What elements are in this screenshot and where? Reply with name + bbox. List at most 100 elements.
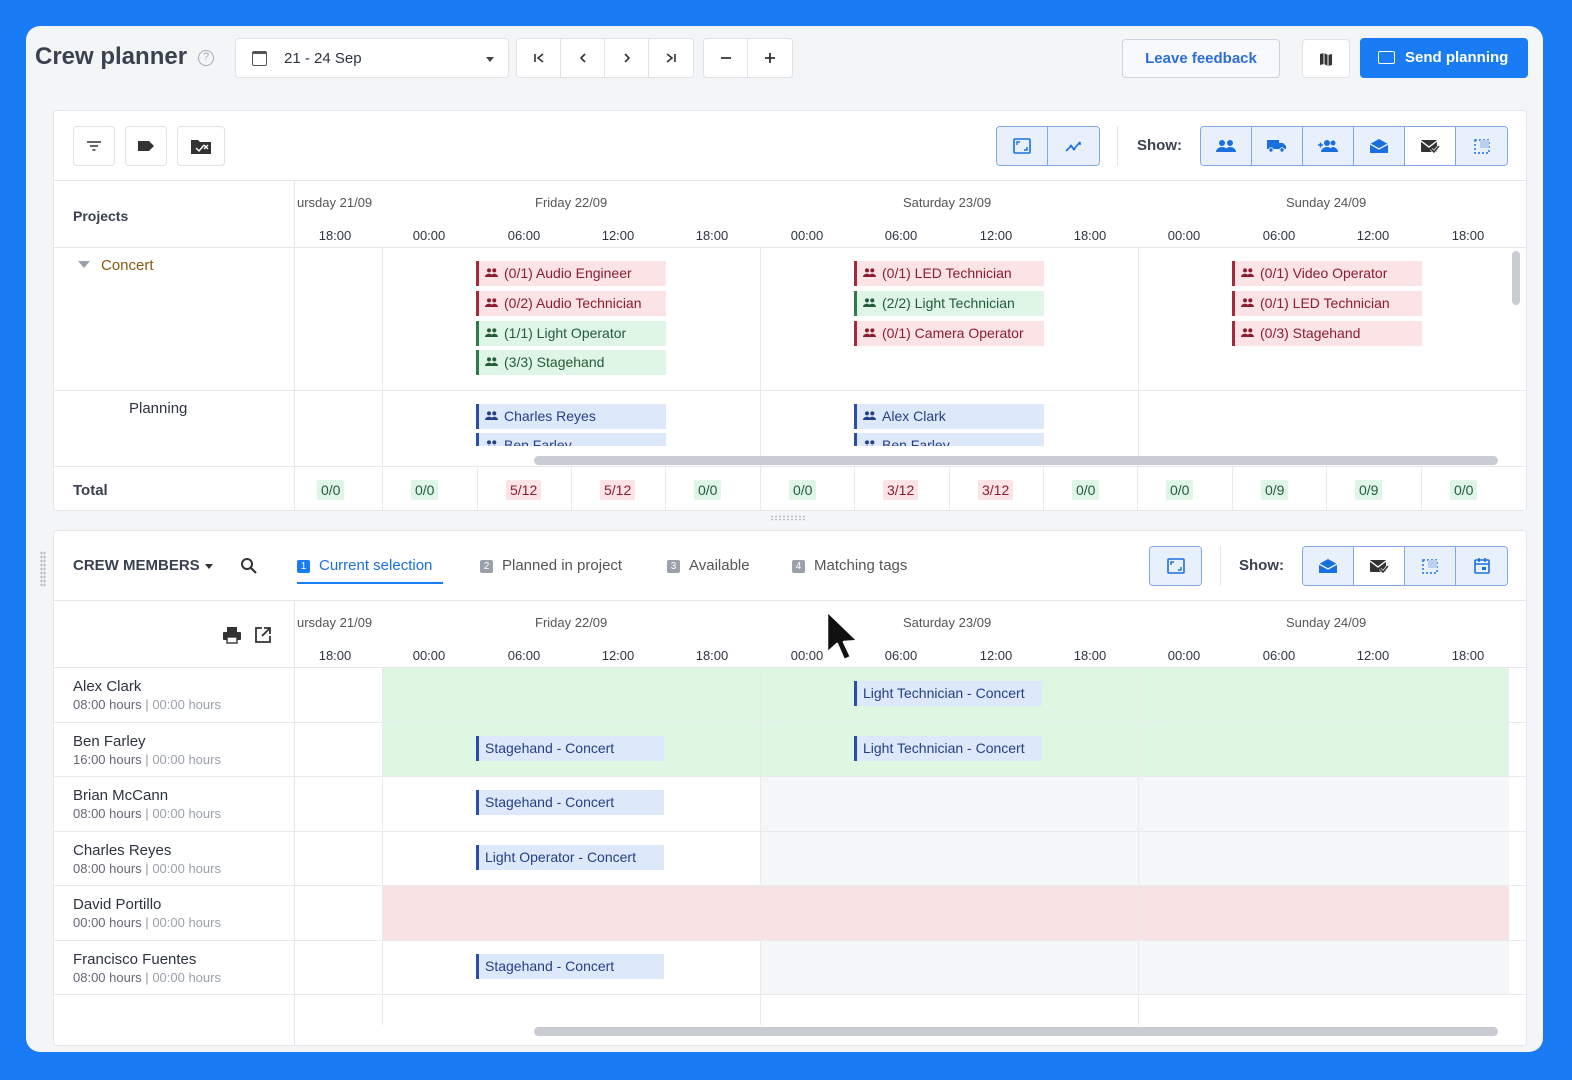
people-icon — [485, 328, 498, 337]
crew-member-row[interactable]: Charles Reyes 08:00 hours | 00:00 hours — [54, 832, 294, 886]
assignment-chip[interactable]: Light Operator - Concert — [476, 844, 664, 870]
show-opened-mail-toggle[interactable] — [1354, 127, 1405, 165]
horizontal-scrollbar[interactable] — [534, 1027, 1498, 1036]
tag-button[interactable] — [125, 126, 167, 166]
tab-label: Matching tags — [814, 557, 908, 574]
collapse-arrow-icon[interactable] — [78, 261, 90, 268]
crew-member-row[interactable]: Ben Farley 16:00 hours | 00:00 hours — [54, 723, 294, 777]
unavailable-band — [760, 940, 1509, 995]
totals-row: 0/0 0/0 5/12 5/12 0/0 0/0 3/12 3/12 0/0 0/0 0/9 0/9… — [54, 467, 1526, 510]
folder-check-button[interactable] — [177, 126, 225, 166]
hour-label: 18:00 — [1451, 228, 1485, 243]
hour-label: 12:00 — [601, 648, 635, 663]
role-requirement-chip[interactable]: (0/1) Video Operator — [1232, 261, 1422, 286]
crew-member-row[interactable]: Alex Clark 08:00 hours | 00:00 hours — [54, 668, 294, 722]
external-link-icon[interactable] — [254, 626, 272, 644]
vertical-scrollbar[interactable] — [1512, 251, 1520, 305]
show-calendar-toggle[interactable] — [1456, 127, 1507, 165]
chevron-down-icon — [486, 57, 494, 62]
assignment-chip[interactable]: Stagehand - Concert — [476, 953, 664, 979]
show-date-toggle[interactable] — [1456, 547, 1507, 585]
total-value: 0/0 — [789, 480, 817, 500]
tab-current-selection[interactable]: 1 Current selection — [297, 557, 432, 574]
hour-label: 06:00 — [884, 228, 918, 243]
crew-panel: CREW MEMBERS 1 Current selection 2 Planned… — [53, 530, 1527, 1046]
filter-button[interactable] — [73, 126, 115, 166]
planning-crew-chip[interactable]: Charles Reyes — [476, 404, 666, 429]
day-divider — [382, 248, 383, 466]
separator: | — [145, 806, 149, 821]
chart-toggle[interactable] — [1048, 127, 1099, 165]
crew-members-title[interactable]: CREW MEMBERS — [73, 557, 200, 574]
crew-member-name: Alex Clark — [73, 678, 142, 695]
fit-screen-toggle[interactable] — [997, 127, 1048, 165]
chip-label: Ben Farley — [882, 437, 950, 446]
assignment-chip[interactable]: Stagehand - Concert — [476, 790, 664, 815]
last-page-button[interactable] — [649, 39, 693, 77]
leave-feedback-button[interactable]: Leave feedback — [1122, 39, 1280, 78]
chevron-down-icon[interactable] — [205, 564, 213, 569]
tab-label: Available — [689, 557, 750, 574]
total-divider — [1043, 467, 1044, 510]
show-mail-check-toggle[interactable] — [1405, 127, 1456, 165]
people-icon — [1241, 268, 1254, 277]
planning-crew-chip[interactable]: Alex Clark — [854, 404, 1044, 429]
drag-handle[interactable] — [40, 551, 46, 587]
people-icon — [487, 440, 497, 446]
next-button[interactable] — [605, 39, 649, 77]
role-requirement-chip[interactable]: (1/1) Light Operator — [476, 321, 666, 346]
crew-member-row[interactable]: Francisco Fuentes 08:00 hours | 00:00 hou… — [54, 941, 294, 995]
zoom-out-button[interactable] — [704, 39, 748, 77]
total-value: 0/0 — [1450, 480, 1478, 500]
project-hours: 00:00 hours — [152, 969, 221, 985]
assignment-chip[interactable]: Light Technician - Concert — [854, 735, 1042, 761]
chip-label: (0/1) Video Operator — [1260, 265, 1388, 281]
tab-planned-in-project[interactable]: 2 Planned in project — [480, 557, 622, 574]
planning-crew-chip[interactable]: Ben Farley — [854, 433, 1044, 446]
role-requirement-chip[interactable]: (0/3) Stagehand — [1232, 321, 1422, 346]
help-icon[interactable]: ? — [198, 50, 214, 66]
date-range-picker[interactable]: 21 - 24 Sep — [235, 38, 509, 78]
role-requirement-chip[interactable]: (0/2) Audio Technician — [476, 291, 666, 316]
search-icon[interactable] — [240, 557, 258, 575]
previous-button[interactable] — [561, 39, 605, 77]
assignment-chip[interactable]: Stagehand - Concert — [476, 735, 664, 761]
row-divider — [54, 390, 294, 391]
show-calendar-toggle[interactable] — [1405, 547, 1456, 585]
fit-screen-toggle[interactable] — [1150, 547, 1201, 585]
crew-member-row[interactable]: David Portillo 00:00 hours | 00:00 hours — [54, 886, 294, 940]
zoom-in-button[interactable] — [748, 39, 792, 77]
planning-crew-chip[interactable]: Ben Farley — [476, 433, 666, 446]
project-group-concert[interactable]: Concert — [101, 257, 154, 274]
role-requirement-chip[interactable]: (0/1) Camera Operator — [854, 321, 1044, 346]
chip-label: (1/1) Light Operator — [504, 325, 627, 341]
map-button[interactable] — [1302, 39, 1350, 78]
mail-check-icon — [1420, 140, 1440, 154]
show-mail-check-toggle[interactable] — [1354, 547, 1405, 585]
assignment-chip[interactable]: Light Technician - Concert — [854, 681, 1042, 706]
role-requirement-chip[interactable]: (0/1) Audio Engineer — [476, 261, 666, 286]
role-requirement-chip[interactable]: (3/3) Stagehand — [476, 350, 666, 375]
horizontal-scrollbar[interactable] — [534, 456, 1498, 465]
crew-timeline-header: ursday 21/09 Friday 22/09 Saturday 23/09… — [54, 600, 1526, 669]
crew-member-hours: 00:00 hours | 00:00 hours — [73, 915, 221, 930]
resize-handle[interactable] — [770, 515, 806, 521]
show-opened-mail-toggle[interactable] — [1303, 547, 1354, 585]
send-planning-button[interactable]: Send planning — [1360, 38, 1528, 78]
show-vehicles-toggle[interactable] — [1252, 127, 1303, 165]
print-icon[interactable] — [222, 626, 242, 644]
role-requirement-chip[interactable]: (0/1) LED Technician — [1232, 291, 1422, 316]
role-requirement-chip[interactable]: (2/2) Light Technician — [854, 291, 1044, 316]
total-divider — [1326, 467, 1327, 510]
truck-icon — [1267, 140, 1286, 153]
first-page-button[interactable] — [517, 39, 561, 77]
show-crew-toggle[interactable] — [1201, 127, 1252, 165]
tab-number: 1 — [297, 560, 310, 573]
show-add-crew-toggle[interactable] — [1303, 127, 1354, 165]
crew-member-row[interactable]: Brian McCann 08:00 hours | 00:00 hours — [54, 777, 294, 831]
role-requirement-chip[interactable]: (0/1) LED Technician — [854, 261, 1044, 286]
mail-open-icon — [1318, 559, 1338, 573]
tab-available[interactable]: 3 Available — [667, 557, 750, 574]
crew-member-hours: 08:00 hours | 00:00 hours — [73, 697, 221, 712]
tab-matching-tags[interactable]: 4 Matching tags — [792, 557, 907, 574]
